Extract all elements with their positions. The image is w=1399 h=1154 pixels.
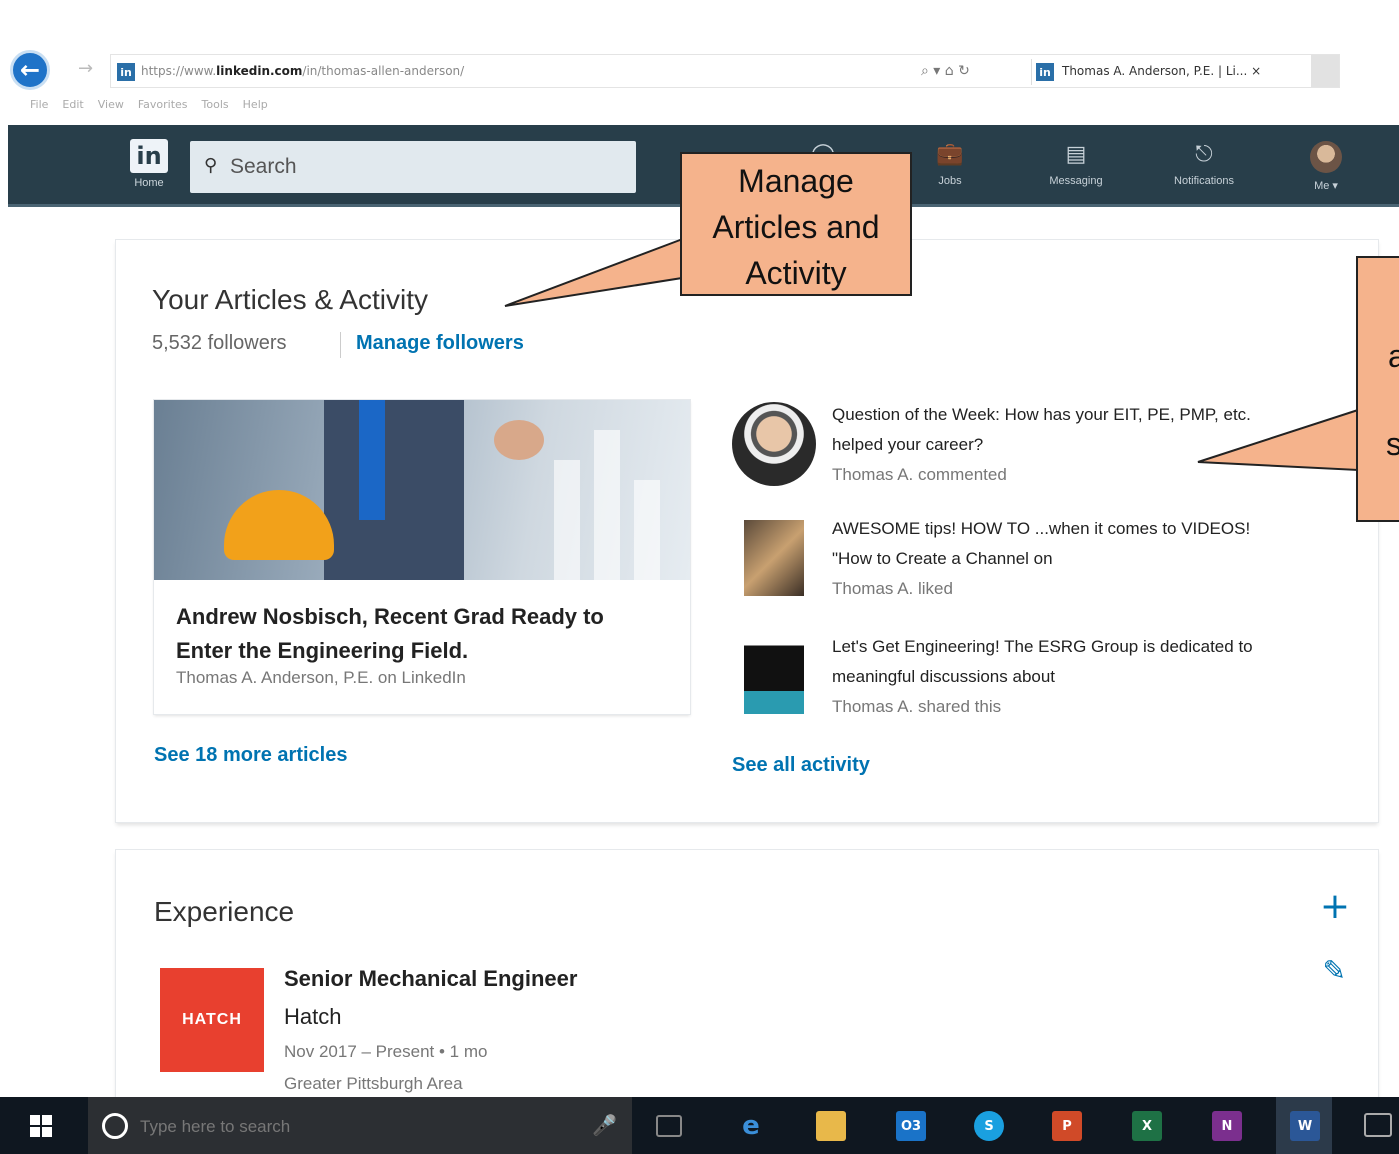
callout-line: Articles and (712, 209, 880, 245)
callout-line: Activity (745, 255, 847, 291)
skype-icon[interactable]: S (974, 1111, 1004, 1141)
desktop-icon[interactable] (1364, 1113, 1392, 1137)
task-view-icon[interactable] (656, 1115, 682, 1137)
microphone-icon[interactable]: 🎤 (592, 1113, 617, 1137)
callout-arrow-right (1197, 408, 1359, 472)
activity-callout: a s (1356, 256, 1399, 522)
cortana-icon[interactable] (102, 1113, 128, 1139)
powerpoint-icon[interactable]: P (1052, 1111, 1082, 1141)
excel-icon[interactable]: X (1132, 1111, 1162, 1141)
word-icon[interactable]: W (1290, 1111, 1320, 1141)
windows-taskbar: Type here to search 🎤 e O3 S P X N W (0, 1097, 1399, 1154)
windows-start-icon[interactable] (30, 1115, 52, 1137)
edge-browser-icon[interactable]: e (736, 1111, 766, 1141)
callout-fragment: s (1386, 426, 1399, 463)
taskbar-search-placeholder: Type here to search (140, 1117, 291, 1136)
manage-articles-callout: Manage Articles and Activity (680, 152, 912, 296)
outlook-icon[interactable]: O3 (896, 1111, 926, 1141)
taskbar-search[interactable]: Type here to search 🎤 (88, 1097, 632, 1154)
onenote-icon[interactable]: N (1212, 1111, 1242, 1141)
file-explorer-icon[interactable] (816, 1111, 846, 1141)
callout-fragment: a (1388, 338, 1399, 375)
callout-line: Manage (738, 163, 854, 199)
